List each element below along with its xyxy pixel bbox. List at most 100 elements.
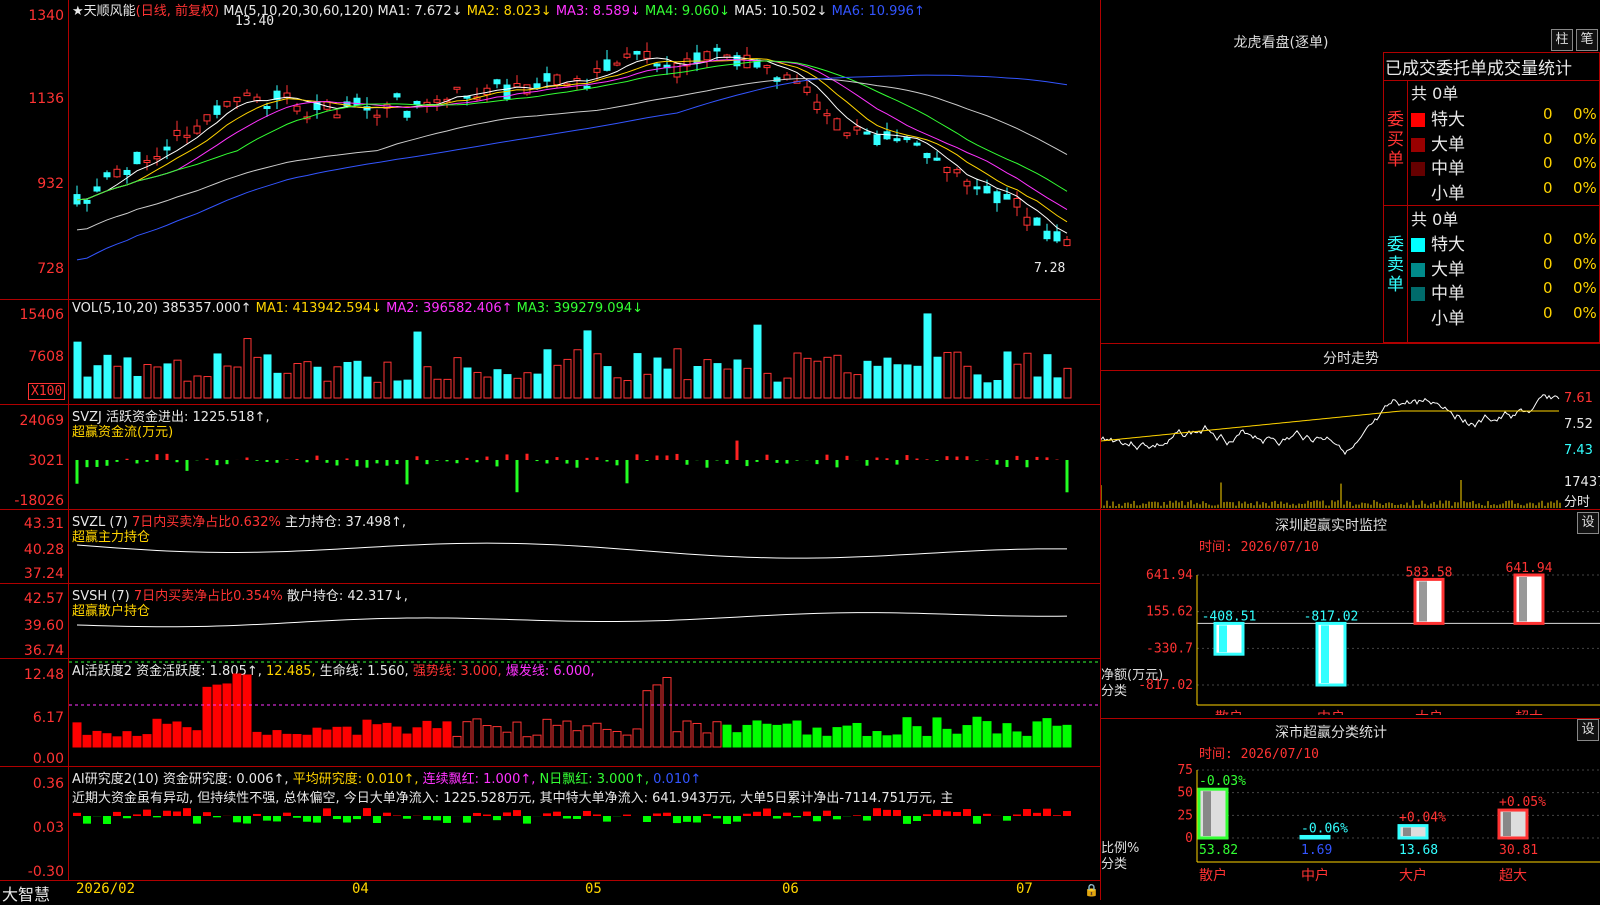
volume-bar <box>114 366 121 398</box>
order-swatch <box>1411 187 1425 201</box>
class-chart[interactable]: 7550250-0.03%53.82散户-0.06%1.69中户+0.04%13… <box>1101 758 1600 900</box>
candlestick <box>1024 217 1030 225</box>
monitor-axis-label: 155.62 <box>1146 605 1193 620</box>
moving-average-line <box>77 59 1067 222</box>
research-bar <box>743 814 751 816</box>
volume-bar <box>534 374 541 398</box>
activity-bar <box>103 734 111 747</box>
research-bar <box>173 811 181 816</box>
research-bar <box>263 816 271 821</box>
activity-bar <box>513 722 521 747</box>
candlestick <box>914 143 920 145</box>
volume-bar <box>634 354 641 398</box>
vol-unit: X100 <box>28 383 65 400</box>
order-value: 0 <box>1543 130 1553 148</box>
bar-mode-button[interactable]: 柱 <box>1551 29 1573 51</box>
activity-bar <box>863 736 871 747</box>
activity-bar <box>493 727 501 747</box>
retail-holding-line <box>77 613 1067 627</box>
market-data-canvas[interactable] <box>69 0 1100 880</box>
volume-bar <box>784 378 791 398</box>
volume-bar <box>204 377 211 398</box>
monitor-bar-shade <box>1519 577 1527 621</box>
volume-bar <box>364 377 371 398</box>
activity-bar <box>73 723 81 747</box>
candlestick <box>154 157 160 159</box>
candlestick <box>864 132 870 134</box>
sell-rows: 特大00%大单00%中单00%小单00% <box>1411 230 1600 328</box>
order-pct: 0% <box>1573 304 1597 322</box>
candlestick <box>414 101 420 104</box>
pen-mode-button[interactable]: 笔 <box>1576 29 1598 51</box>
buy-rows: 特大00%大单00%中单00%小单00% <box>1411 105 1600 203</box>
volume-bar <box>684 380 691 398</box>
lock-icon[interactable]: 🔒 <box>1084 883 1099 897</box>
research-bar <box>683 816 691 822</box>
volume-bar <box>394 381 401 398</box>
activity-bar <box>243 675 251 747</box>
x-axis-label: 07 <box>1016 881 1033 897</box>
monitor-axis-label: 641.94 <box>1146 568 1193 583</box>
research-bar <box>823 811 831 816</box>
order-swatch <box>1411 263 1425 277</box>
candlestick <box>994 192 1000 203</box>
volume-bar <box>744 368 751 398</box>
candlestick <box>234 97 240 101</box>
volume-bar <box>154 367 161 398</box>
volume-bar <box>194 376 201 398</box>
activity-bar <box>823 736 831 747</box>
class-change-label: +0.05% <box>1499 795 1546 810</box>
panel-divider <box>0 880 1101 881</box>
research-bar <box>513 810 521 816</box>
research-bar <box>463 816 471 823</box>
volume-bar <box>854 375 861 398</box>
research-bar <box>83 816 91 824</box>
activity-bar <box>83 735 91 747</box>
activity-bar <box>123 732 131 747</box>
class-bar-shade <box>1403 828 1411 836</box>
dragon-title: 龙虎看盘(逐单) <box>1181 32 1381 52</box>
volume-bar <box>474 372 481 398</box>
research-bar <box>593 814 601 816</box>
volume-bar <box>234 367 241 398</box>
monitor-settings-button[interactable]: 设 <box>1577 512 1599 534</box>
candlestick <box>174 130 180 135</box>
research-bar <box>343 816 351 823</box>
volume-bar <box>214 354 221 398</box>
candlestick <box>1064 240 1070 246</box>
volume-bar <box>304 362 311 398</box>
volume-bar <box>934 357 941 398</box>
research-bar <box>143 810 151 816</box>
activity-bar <box>163 724 171 747</box>
monitor-time: 时间: 2026/07/10 <box>1199 536 1319 555</box>
volume-bar <box>274 373 281 398</box>
research-bar <box>123 816 131 818</box>
research-bar <box>163 811 171 816</box>
activity-bar <box>843 726 851 747</box>
sell-total: 共 0单 <box>1411 206 1458 230</box>
research-bar <box>623 815 631 816</box>
research-bar <box>983 814 991 816</box>
intraday-chart[interactable] <box>1101 371 1561 509</box>
volume-bar <box>324 381 331 398</box>
class-settings-button[interactable]: 设 <box>1577 719 1599 741</box>
activity-bar <box>1053 726 1061 747</box>
candlestick <box>804 87 810 92</box>
monitor-chart[interactable]: 641.94155.62-330.7-817.02-408.51散户-817.0… <box>1101 555 1600 715</box>
research-bar <box>833 816 841 819</box>
svzj-axis-label: 3021 <box>0 453 64 469</box>
candlestick <box>954 170 960 173</box>
volume-bar <box>284 373 291 398</box>
volume-bar <box>894 365 901 398</box>
research-bar <box>433 816 441 820</box>
vol-axis-label: 15406 <box>0 307 64 323</box>
monitor-bar-label: 641.94 <box>1506 561 1553 576</box>
research-bar <box>913 816 921 821</box>
research-bar <box>553 812 561 816</box>
research-bar <box>563 816 571 819</box>
research-bar <box>283 813 291 816</box>
order-label: 特大 <box>1431 235 1465 255</box>
order-label: 小单 <box>1431 309 1465 329</box>
volume-bar <box>254 357 261 398</box>
price-axis-label: 728 <box>0 261 64 277</box>
